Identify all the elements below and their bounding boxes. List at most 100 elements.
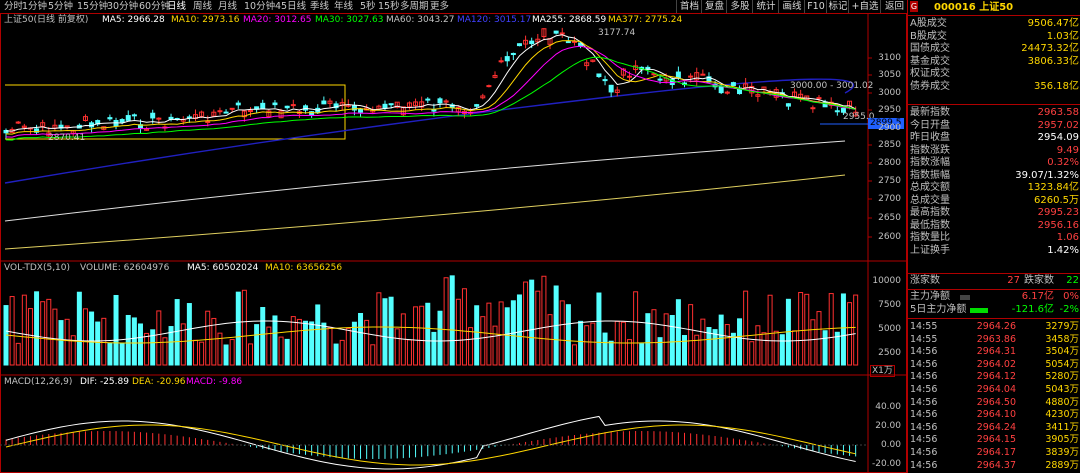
- flow5-bar: [970, 308, 988, 313]
- volume-bar: [492, 325, 498, 366]
- volume-bar: [358, 312, 364, 366]
- candle-body: [431, 109, 437, 112]
- volume-bar: [749, 341, 755, 366]
- function-toolbar: 首档 复盘 多股 统计 画线 F10 标记 +自选 返回: [676, 0, 907, 13]
- main-flow5-pct: -2%: [1059, 304, 1079, 315]
- tab-period-1[interactable]: 1分钟: [22, 0, 47, 13]
- volume-bar: [290, 316, 296, 366]
- candle-body: [498, 60, 504, 63]
- divider: [908, 15, 1080, 16]
- tab-period-2[interactable]: 5分钟: [48, 0, 73, 13]
- ma377-line: [4, 174, 846, 250]
- volume-bar: [755, 325, 761, 366]
- volume-bar: [461, 288, 467, 366]
- toolbar-button-8[interactable]: 返回: [880, 0, 908, 13]
- volume-bar: [9, 296, 15, 366]
- volume-bar: [34, 291, 40, 366]
- y-tick-label: 3100: [878, 53, 901, 63]
- tab-period-11[interactable]: 季线: [310, 0, 329, 13]
- volume-bar: [260, 307, 266, 366]
- volume-bar: [113, 294, 119, 366]
- volume-bar: [241, 289, 247, 366]
- volume-bar: [406, 339, 412, 366]
- y-tick-label: 2950: [878, 105, 901, 115]
- y-tick-label: 40.00: [875, 402, 901, 412]
- fall-count: 22: [1066, 275, 1079, 286]
- quote-key: 指数量比: [910, 232, 950, 243]
- quote-row: 上证换手 1.42%: [908, 245, 1080, 257]
- candle-body: [248, 110, 254, 113]
- trade-volume: 3905万: [1045, 434, 1079, 446]
- quote-row: 国债成交 24473.32亿: [908, 43, 1080, 55]
- toolbar-button-1[interactable]: 复盘: [701, 0, 727, 13]
- quote-key: B股成交: [910, 30, 947, 42]
- tab-period-15[interactable]: 多周期: [400, 0, 429, 13]
- main-flow5-row: 5日主力净额 -121.6亿 -2%: [908, 304, 1080, 316]
- ma-line: [5, 45, 856, 138]
- tab-period-8[interactable]: 月线: [218, 0, 237, 13]
- candle-body: [700, 73, 706, 76]
- toolbar-button-3[interactable]: 统计: [752, 0, 779, 13]
- tab-period-4[interactable]: 30分钟: [107, 0, 138, 13]
- quote-key: 指数振幅: [910, 169, 950, 181]
- volume-bar: [828, 293, 834, 366]
- tab-period-16[interactable]: 更多: [430, 0, 449, 13]
- volume-bar: [773, 330, 779, 366]
- quote-value: 9.49: [1056, 144, 1079, 156]
- quote-value: 24473.32亿: [1021, 43, 1079, 54]
- toolbar-button-5[interactable]: F10: [804, 0, 827, 13]
- trade-volume: 5280万: [1045, 371, 1079, 383]
- toolbar-button-0[interactable]: 首档: [676, 0, 702, 13]
- kline-chart-area[interactable]: 上证50(日线 前复权) MA5: 2966.28 MA10: 2973.16 MA…: [0, 13, 907, 473]
- volume-bar: [15, 342, 21, 366]
- tab-period-3[interactable]: 15分钟: [77, 0, 108, 13]
- quote-key: 最新指数: [910, 107, 950, 118]
- fall-label: 跌家数: [1024, 275, 1054, 286]
- tab-period-13[interactable]: 5秒: [360, 0, 376, 13]
- candle-body: [358, 108, 364, 113]
- volume-bar: [205, 310, 211, 366]
- quote-row: 昨日收盘 2954.09: [908, 132, 1080, 144]
- tab-period-9[interactable]: 10分钟: [244, 0, 275, 13]
- candle-body: [510, 52, 516, 56]
- trade-volume: 3839万: [1045, 447, 1079, 458]
- volume-bar: [675, 299, 681, 366]
- tab-period-5[interactable]: 60分钟: [139, 0, 170, 13]
- volume-bar: [712, 329, 718, 366]
- trade-price: 2964.26: [976, 321, 1016, 332]
- volume-bar: [816, 311, 822, 366]
- index-code-name[interactable]: 000016 上证50: [934, 0, 1013, 15]
- trade-time: 14:56: [910, 421, 938, 433]
- main-flow5-label: 5日主力净额: [910, 304, 967, 315]
- quote-key: 债券成交: [910, 80, 950, 92]
- quote-header: G 000016 上证50: [908, 0, 1080, 15]
- toolbar-button-6[interactable]: 标记: [826, 0, 849, 13]
- quote-value: 0.32%: [1047, 157, 1079, 168]
- trade-volume: 3411万: [1045, 421, 1079, 433]
- volume-bar: [156, 310, 162, 366]
- tab-period-10[interactable]: 45日线: [275, 0, 306, 13]
- trade-volume: 4880万: [1045, 396, 1079, 408]
- volume-bar: [388, 296, 394, 366]
- quote-key: 最高指数: [910, 207, 950, 218]
- volume-bar: [413, 306, 419, 366]
- ma-line: [5, 34, 856, 132]
- quote-row: 总成交额 1323.84亿: [908, 182, 1080, 194]
- tab-period-14[interactable]: 15秒: [378, 0, 400, 13]
- trade-price: 2964.15: [976, 434, 1016, 446]
- tab-period-7[interactable]: 周线: [193, 0, 212, 13]
- volume-bar: [694, 334, 700, 366]
- toolbar-button-2[interactable]: 多股: [726, 0, 753, 13]
- flow-bar: [960, 295, 970, 300]
- trade-price: 2963.86: [976, 333, 1016, 345]
- tab-period-0[interactable]: 分时: [4, 0, 23, 13]
- trade-time: 14:56: [910, 371, 938, 383]
- toolbar-button-4[interactable]: 画线: [778, 0, 805, 13]
- volume-bar: [737, 318, 743, 366]
- toolbar-button-7[interactable]: +自选: [848, 0, 881, 13]
- tab-period-12[interactable]: 年线: [334, 0, 353, 13]
- tab-period-6[interactable]: 日线: [167, 0, 186, 13]
- quote-key: 权证成交: [910, 68, 950, 79]
- quote-key: 最低指数: [910, 219, 950, 231]
- volume-bar: [254, 324, 260, 366]
